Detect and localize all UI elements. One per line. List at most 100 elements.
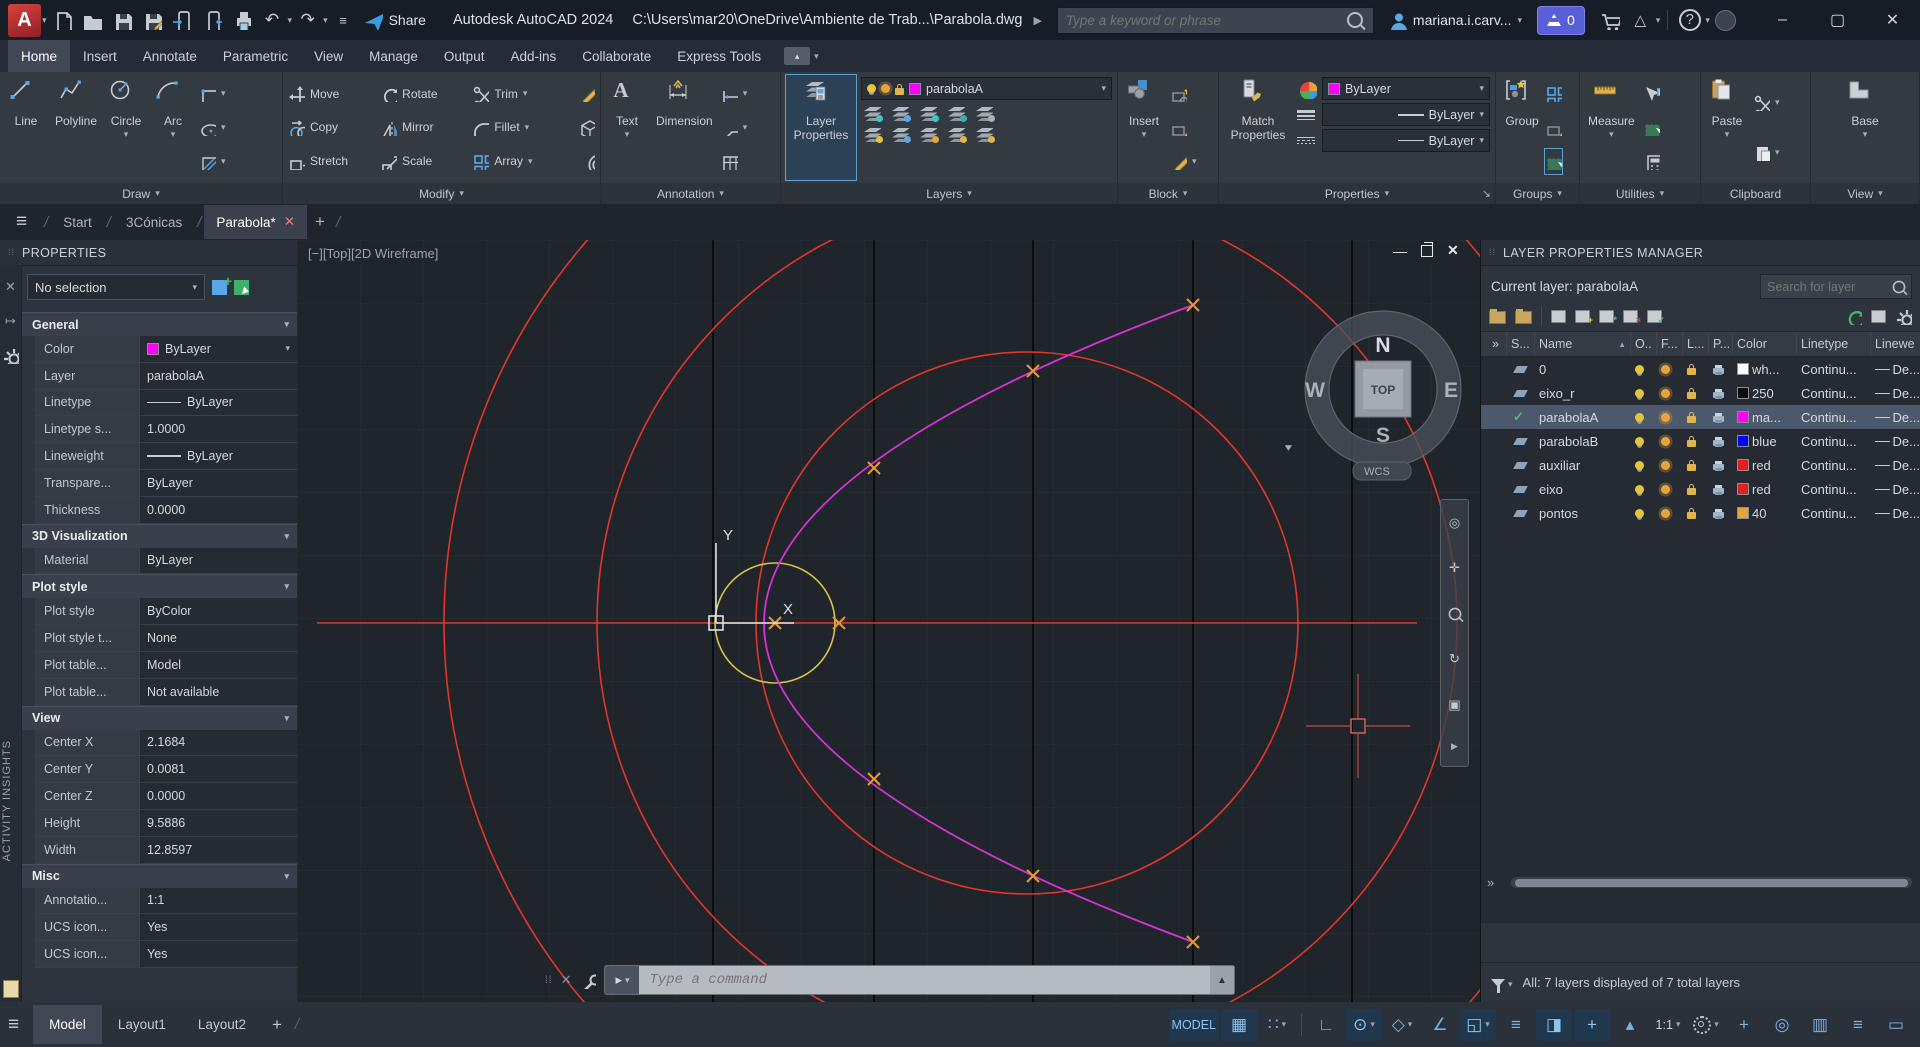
collapse-filter-pane-icon[interactable]: » [1481, 332, 1507, 356]
object-snap-toggle[interactable]: ◱▾ [1460, 1009, 1496, 1041]
prop-row-thickness[interactable]: Thickness0.0000 [35, 497, 297, 524]
match-properties-button[interactable]: Match Properties [1224, 75, 1292, 180]
viewport-minimize-icon[interactable]: — [1393, 243, 1407, 259]
text-button[interactable]: Text▾ [606, 75, 648, 180]
autodesk-apps-button[interactable]: △ [1626, 5, 1655, 35]
offset-button[interactable] [578, 149, 595, 174]
col-linetype[interactable]: Linetype [1797, 332, 1871, 356]
section-plot-style[interactable]: Plot style▾ [22, 574, 297, 598]
prop-row-lineweight[interactable]: LineweightByLayer [35, 443, 297, 470]
color-wheel-icon[interactable] [1297, 79, 1317, 99]
layer-unisolate-button[interactable] [889, 124, 909, 142]
col-color[interactable]: Color [1733, 332, 1797, 356]
leader-button[interactable]: ▾ [721, 115, 748, 140]
isolate-objects-toggle[interactable]: ◎ [1764, 1009, 1800, 1041]
select-similar-button[interactable] [1643, 115, 1660, 140]
command-recent-icon[interactable]: ▸▾ [605, 966, 639, 994]
orbit-icon[interactable]: ↻ [1449, 651, 1460, 667]
invert-filter-icon[interactable]: ▾ [1491, 975, 1513, 990]
redo-button[interactable]: ↷ [293, 5, 322, 35]
copy-clip-button[interactable]: ▾ [1753, 140, 1780, 165]
tab-insert[interactable]: Insert [70, 40, 130, 72]
prop-row-annotation-scale[interactable]: Annotatio...1:1 [35, 888, 297, 915]
properties-palette-title[interactable]: ⁞⁞PROPERTIES [0, 240, 297, 266]
quick-calculator-button[interactable] [1643, 149, 1660, 174]
annotation-visibility-toggle[interactable]: ▴ [1612, 1009, 1648, 1041]
layer-freeze-button[interactable] [917, 103, 937, 121]
viewcube[interactable]: N S W E TOP [1305, 311, 1461, 467]
close-tab-icon[interactable]: ✕ [284, 214, 295, 230]
layer-isolate-button[interactable] [889, 103, 909, 121]
tab-addins[interactable]: Add-ins [497, 40, 569, 72]
save-as-button[interactable] [138, 5, 167, 35]
linear-dimension-button[interactable]: ▾ [721, 81, 748, 106]
panel-label-modify[interactable]: Modify▾ [283, 183, 600, 204]
file-tab-start[interactable]: Start [51, 206, 104, 239]
lineweight-toggle[interactable]: ≡ [1498, 1009, 1534, 1041]
panel-label-draw[interactable]: Draw▾ [0, 183, 282, 204]
graphics-performance-toggle[interactable]: ▥ [1802, 1009, 1838, 1041]
group-button[interactable]: Group [1501, 75, 1543, 180]
command-input[interactable] [639, 966, 1210, 994]
new-file-button[interactable] [48, 5, 77, 35]
hatch-button[interactable]: ▾ [199, 149, 226, 174]
fillet-button[interactable]: Fillet▾ [472, 115, 576, 140]
viewport-controls-label[interactable]: [−][Top][2D Wireframe] [308, 246, 438, 261]
layer-off-button[interactable] [861, 103, 881, 121]
layer-properties-button[interactable]: Layer Properties [786, 75, 856, 180]
app-menu-caret-icon[interactable]: ▾ [42, 16, 47, 25]
feedback-button[interactable] [1711, 5, 1740, 35]
col-freeze[interactable]: F... [1657, 332, 1683, 356]
group-selection-toggle[interactable] [1545, 149, 1562, 174]
tab-home[interactable]: Home [8, 40, 70, 72]
tab-express-tools[interactable]: Express Tools [664, 40, 774, 72]
customize-status-button[interactable]: ≡ [1840, 1009, 1876, 1041]
polar-tracking-toggle[interactable]: ⊙▾ [1346, 1009, 1382, 1041]
prop-row-layer[interactable]: LayerparabolaA [35, 363, 297, 390]
copy-button[interactable]: Copy [288, 115, 378, 140]
base-view-button[interactable]: Base▾ [1844, 75, 1886, 180]
redo-caret-icon[interactable]: ▾ [323, 16, 328, 25]
ungroup-button[interactable] [1545, 81, 1562, 106]
trim-button[interactable]: Trim▾ [472, 81, 576, 106]
set-current-layer-icon[interactable]: ✓ [1647, 310, 1662, 323]
layer-search-icon[interactable] [1893, 280, 1906, 293]
layer-lock-button[interactable] [945, 103, 965, 121]
clean-screen-toggle[interactable]: ▭ [1878, 1009, 1914, 1041]
viewcube-south[interactable]: S [1376, 424, 1390, 447]
isodraft-toggle[interactable]: ◇▾ [1384, 1009, 1420, 1041]
command-history-icon[interactable]: ▲ [1210, 966, 1234, 994]
layer-settings-doc-icon[interactable] [1871, 310, 1886, 323]
health-alert-badge[interactable]: 0 [1537, 6, 1585, 35]
grid-toggle[interactable]: ▦ [1221, 1009, 1257, 1041]
layer-search-box[interactable] [1760, 274, 1912, 299]
save-button[interactable] [108, 5, 137, 35]
measure-button[interactable]: Measure▾ [1585, 75, 1638, 180]
polyline-button[interactable]: Polyline [52, 75, 100, 180]
prop-row-center-y[interactable]: Center Y0.0081 [35, 756, 297, 783]
activity-insights-tab[interactable]: ACTIVITY INSIGHTS [1, 740, 13, 861]
prop-row-linetype-scale[interactable]: Linetype s...1.0000 [35, 416, 297, 443]
file-tab-menu-icon[interactable]: ≡ [16, 211, 27, 233]
object-snap-tracking-toggle[interactable]: ∠ [1422, 1009, 1458, 1041]
tab-output[interactable]: Output [431, 40, 498, 72]
palette-settings-icon[interactable] [2, 347, 19, 364]
status-menu-icon[interactable]: ≡ [8, 1014, 19, 1036]
panel-label-layers[interactable]: Layers▾ [781, 183, 1117, 204]
layer-row-eixo_r[interactable]: eixo_r 250 Continu... De... [1481, 381, 1920, 405]
model-space-viewport[interactable]: Y X N S W E TOP WCS [297, 240, 1480, 1002]
color-swatch[interactable] [1737, 363, 1749, 375]
save-to-web-mobile-button[interactable] [198, 5, 227, 35]
model-space-toggle[interactable]: MODEL [1169, 1009, 1219, 1041]
viewcube-top[interactable]: TOP [1371, 383, 1395, 397]
selection-cycling-toggle[interactable]: ◨ [1536, 1009, 1572, 1041]
tab-manage[interactable]: Manage [356, 40, 431, 72]
prop-row-color[interactable]: ColorByLayer▾ [35, 336, 297, 363]
linetype-dropdown[interactable]: ByLayer▾ [1322, 129, 1490, 152]
command-close-icon[interactable]: ✕ [561, 972, 572, 988]
dynamic-input-toggle[interactable]: + [1574, 1009, 1610, 1041]
snap-mode-toggle[interactable]: ∷▾ [1259, 1009, 1295, 1041]
tab-view[interactable]: View [301, 40, 356, 72]
undo-caret-icon[interactable]: ▾ [288, 16, 293, 25]
select-objects-button[interactable] [234, 280, 249, 295]
